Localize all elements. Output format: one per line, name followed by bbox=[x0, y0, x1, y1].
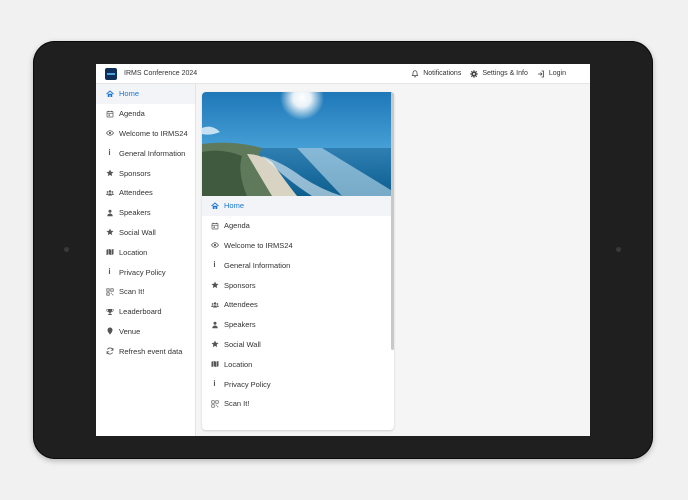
eye-icon bbox=[210, 241, 219, 250]
calendar-icon bbox=[210, 221, 219, 230]
gear-icon bbox=[470, 69, 479, 78]
sidebar-item-sponsors[interactable]: Sponsors bbox=[96, 163, 195, 183]
card-item-label: Speakers bbox=[224, 320, 256, 330]
card-item-home[interactable]: Home bbox=[202, 196, 394, 216]
login-button[interactable]: Login bbox=[537, 70, 566, 78]
sidebar-item-general-information[interactable]: i General Information bbox=[96, 143, 195, 163]
map-icon bbox=[210, 360, 219, 369]
top-bar: IRMS Conference 2024 Notifications Setti… bbox=[96, 64, 590, 84]
sidebar-item-welcome[interactable]: Welcome to IRMS24 bbox=[96, 124, 195, 144]
card-scrollbar[interactable] bbox=[391, 92, 394, 350]
sidebar-item-label: Sponsors bbox=[119, 168, 151, 178]
sidebar-item-label: Refresh event data bbox=[119, 346, 183, 356]
users-icon bbox=[105, 188, 114, 197]
sidebar-item-refresh-event-data[interactable]: Refresh event data bbox=[96, 341, 195, 361]
app-screen: IRMS Conference 2024 Notifications Setti… bbox=[96, 64, 590, 436]
home-card[interactable]: Home Agenda Welcome to IRMS24 i General … bbox=[202, 92, 394, 430]
home-icon bbox=[210, 201, 219, 210]
sidebar-item-label: Privacy Policy bbox=[119, 267, 166, 277]
sidebar-item-leaderboard[interactable]: Leaderboard bbox=[96, 302, 195, 322]
settings-info-label: Settings & Info bbox=[482, 70, 528, 77]
pin-icon bbox=[105, 327, 114, 336]
card-item-social-wall[interactable]: Social Wall bbox=[202, 335, 394, 355]
trophy-icon bbox=[105, 307, 114, 316]
card-item-label: Location bbox=[224, 359, 253, 369]
sidebar-item-scan-it[interactable]: Scan It! bbox=[96, 282, 195, 302]
refresh-icon bbox=[105, 347, 114, 356]
info-icon: i bbox=[108, 267, 111, 277]
sidebar-item-label: Agenda bbox=[119, 109, 145, 119]
info-icon: i bbox=[108, 148, 111, 158]
login-label: Login bbox=[548, 70, 566, 77]
app-logo bbox=[105, 67, 117, 80]
sidebar-item-attendees[interactable]: Attendees bbox=[96, 183, 195, 203]
card-item-privacy-policy[interactable]: i Privacy Policy bbox=[202, 374, 394, 394]
sidebar-item-privacy-policy[interactable]: i Privacy Policy bbox=[96, 262, 195, 282]
sidebar-item-label: Location bbox=[119, 247, 148, 257]
qr-icon bbox=[210, 399, 219, 408]
sidebar-item-label: Scan It! bbox=[119, 287, 145, 297]
sidebar-item-agenda[interactable]: Agenda bbox=[96, 104, 195, 124]
sensor-dot bbox=[616, 247, 621, 252]
top-actions: Notifications Settings & Info Login bbox=[402, 69, 566, 78]
sidebar-item-label: Venue bbox=[119, 326, 141, 336]
star-icon bbox=[105, 228, 114, 237]
sidebar-item-venue[interactable]: Venue bbox=[96, 322, 195, 342]
calendar-icon bbox=[105, 109, 114, 118]
sidebar-item-label: Attendees bbox=[119, 188, 153, 198]
sidebar-item-label: Leaderboard bbox=[119, 307, 162, 317]
hero-image bbox=[202, 92, 394, 196]
home-icon bbox=[105, 89, 114, 98]
sidebar-item-label: Welcome to IRMS24 bbox=[119, 128, 188, 138]
users-icon bbox=[210, 300, 219, 309]
card-item-label: Social Wall bbox=[224, 339, 261, 349]
card-item-scan-it[interactable]: Scan It! bbox=[202, 394, 394, 414]
card-item-label: Home bbox=[224, 201, 245, 211]
settings-info-button[interactable]: Settings & Info bbox=[470, 69, 528, 78]
eye-icon bbox=[105, 129, 114, 138]
card-item-sponsors[interactable]: Sponsors bbox=[202, 275, 394, 295]
card-item-welcome[interactable]: Welcome to IRMS24 bbox=[202, 236, 394, 256]
sidebar-item-location[interactable]: Location bbox=[96, 242, 195, 262]
user-icon bbox=[210, 320, 219, 329]
info-icon: i bbox=[213, 260, 216, 270]
card-item-label: General Information bbox=[224, 260, 291, 270]
star-icon bbox=[210, 340, 219, 349]
card-item-label: Attendees bbox=[224, 300, 258, 310]
card-item-label: Scan It! bbox=[224, 399, 250, 409]
sidebar-item-speakers[interactable]: Speakers bbox=[96, 203, 195, 223]
sidebar-item-home[interactable]: Home bbox=[96, 84, 195, 104]
front-camera bbox=[64, 247, 69, 252]
star-icon bbox=[105, 169, 114, 178]
sidebar-item-label: Home bbox=[119, 89, 140, 99]
qr-icon bbox=[105, 287, 114, 296]
card-item-label: Sponsors bbox=[224, 280, 256, 290]
main-content: Home Agenda Welcome to IRMS24 i General … bbox=[196, 84, 590, 436]
sidebar-item-label: Social Wall bbox=[119, 227, 156, 237]
card-item-location[interactable]: Location bbox=[202, 354, 394, 374]
user-icon bbox=[105, 208, 114, 217]
sidebar-item-label: Speakers bbox=[119, 208, 151, 218]
card-item-speakers[interactable]: Speakers bbox=[202, 315, 394, 335]
star-icon bbox=[210, 281, 219, 290]
sidebar: Home Agenda Welcome to IRMS24 i General … bbox=[96, 84, 196, 436]
notifications-button[interactable]: Notifications bbox=[411, 69, 462, 78]
login-icon bbox=[537, 70, 544, 77]
sidebar-item-label: General Information bbox=[119, 148, 186, 158]
card-item-agenda[interactable]: Agenda bbox=[202, 216, 394, 236]
app-title: IRMS Conference 2024 bbox=[124, 70, 198, 77]
card-item-attendees[interactable]: Attendees bbox=[202, 295, 394, 315]
card-item-label: Agenda bbox=[224, 221, 250, 231]
info-icon: i bbox=[213, 379, 216, 389]
sidebar-item-social-wall[interactable]: Social Wall bbox=[96, 223, 195, 243]
card-item-label: Welcome to IRMS24 bbox=[224, 240, 293, 250]
card-item-label: Privacy Policy bbox=[224, 379, 271, 389]
notifications-label: Notifications bbox=[423, 70, 462, 77]
map-icon bbox=[105, 248, 114, 257]
card-item-general-information[interactable]: i General Information bbox=[202, 255, 394, 275]
bell-icon bbox=[411, 69, 419, 77]
